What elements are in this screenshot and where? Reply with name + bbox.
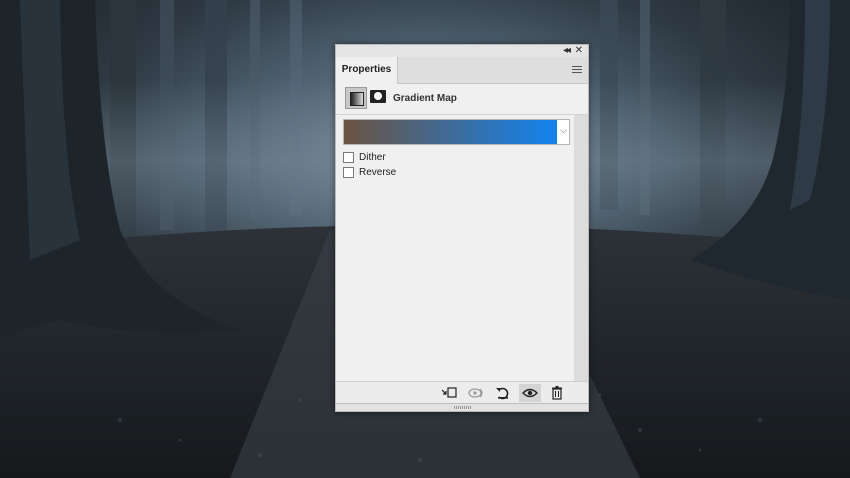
panel-scrollbar[interactable] xyxy=(574,115,588,382)
clip-to-layer-icon[interactable] xyxy=(438,384,460,402)
adjustment-header: Gradient Map xyxy=(336,84,588,115)
trash-icon[interactable] xyxy=(546,384,568,402)
hamburger-menu-icon[interactable] xyxy=(572,66,582,74)
reverse-checkbox[interactable] xyxy=(343,166,354,178)
close-panel-icon[interactable]: ✕ xyxy=(575,45,583,56)
adjustment-title: Gradient Map xyxy=(393,93,457,104)
gradient-picker[interactable]: ⌵ xyxy=(343,119,570,145)
dither-option[interactable]: Dither xyxy=(343,150,386,164)
tab-properties[interactable]: Properties xyxy=(336,57,398,84)
panel-resize-grip[interactable] xyxy=(336,403,588,411)
forest-background: ◂◂ ✕ Properties Gradient Map ⌵ Dither Re… xyxy=(0,0,850,478)
resize-grip-icon[interactable] xyxy=(454,406,472,409)
visibility-eye-icon[interactable] xyxy=(519,384,541,402)
layer-mask-icon[interactable] xyxy=(370,90,386,103)
properties-content: ⌵ Dither Reverse xyxy=(336,115,574,382)
reverse-option[interactable]: Reverse xyxy=(343,165,396,179)
dither-checkbox[interactable] xyxy=(343,151,354,163)
collapse-panel-icon[interactable]: ◂◂ xyxy=(563,45,571,56)
properties-panel: ◂◂ ✕ Properties Gradient Map ⌵ Dither Re… xyxy=(335,44,589,412)
chevron-down-icon[interactable]: ⌵ xyxy=(560,126,567,136)
reverse-label: Reverse xyxy=(359,166,397,178)
gradient-preview-strip[interactable] xyxy=(344,120,557,144)
reset-icon[interactable] xyxy=(492,384,514,402)
view-previous-state-icon[interactable] xyxy=(465,384,487,402)
panel-footer-toolbar xyxy=(336,381,588,404)
dither-label: Dither xyxy=(359,151,386,163)
gradient-map-adjustment-icon[interactable] xyxy=(345,87,367,109)
panel-tab-row: Properties xyxy=(336,57,588,84)
